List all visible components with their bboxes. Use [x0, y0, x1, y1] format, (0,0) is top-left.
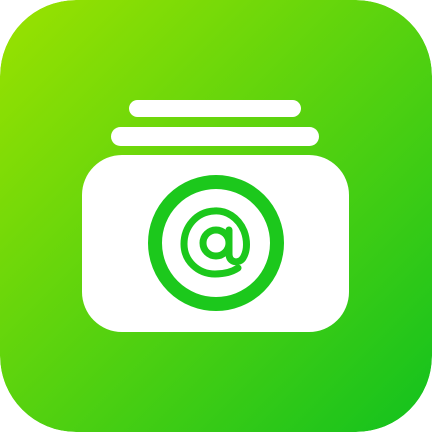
stack-bar-top	[129, 100, 301, 117]
icon-canvas	[0, 0, 432, 432]
stack-bar-middle	[111, 127, 319, 146]
email-stack-app-icon[interactable]	[0, 0, 432, 432]
app-icon-graphic	[0, 0, 432, 432]
